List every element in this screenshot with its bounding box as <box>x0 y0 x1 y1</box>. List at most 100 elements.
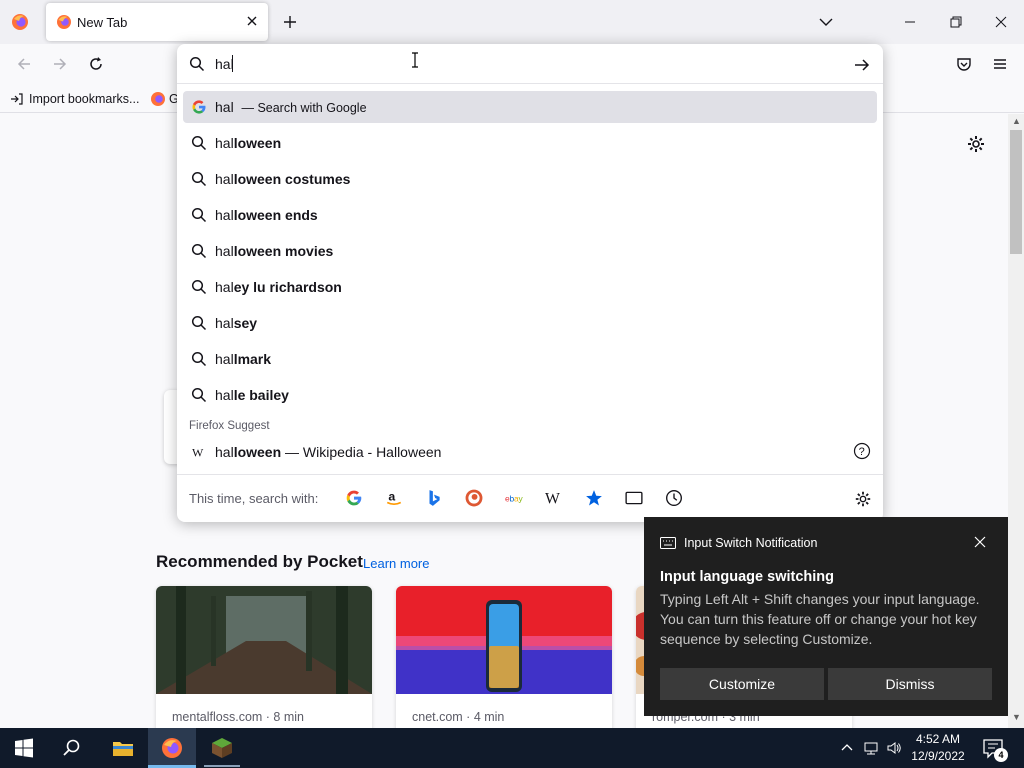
pocket-story-card[interactable]: cnet.com · 4 min <box>396 586 612 728</box>
ebay-icon[interactable]: e b a y <box>505 489 523 507</box>
address-bar[interactable]: hal <box>177 44 883 84</box>
import-bookmarks-button[interactable]: Import bookmarks... <box>10 90 139 108</box>
suggestion-row[interactable]: halloween movies <box>183 235 877 267</box>
customize-button[interactable]: Customize <box>660 668 824 700</box>
restore-window-icon[interactable] <box>946 12 966 32</box>
wikipedia-icon: W <box>192 446 204 460</box>
search-icon <box>191 207 207 223</box>
close-window-icon[interactable] <box>991 12 1011 32</box>
clock-date[interactable]: 12/9/2022 <box>910 749 966 763</box>
page-scrollbar[interactable]: ▲ ▼ <box>1008 114 1024 728</box>
firefox-suggest-row[interactable]: W halloween — Wikipedia - Halloween <box>183 436 877 468</box>
search-icon <box>189 56 205 72</box>
minimize-window-icon[interactable] <box>900 12 920 32</box>
gear-icon[interactable] <box>854 490 872 508</box>
amazon-icon[interactable]: a <box>385 489 403 507</box>
suggestion-text: halle bailey <box>215 387 289 403</box>
bing-icon[interactable] <box>425 489 443 507</box>
tab-new-tab[interactable]: New Tab <box>46 3 268 41</box>
ibeam-cursor-icon <box>412 52 418 68</box>
pocket-story-card[interactable]: mentalfloss.com · 8 min <box>156 586 372 728</box>
chevron-up-icon[interactable] <box>839 740 855 756</box>
clock-time[interactable]: 4:52 AM <box>910 732 966 746</box>
scroll-down-arrow-icon[interactable]: ▼ <box>1012 712 1021 722</box>
search-icon <box>191 135 207 151</box>
back-arrow-icon[interactable] <box>14 54 34 74</box>
folder-icon <box>113 742 133 756</box>
dismiss-button[interactable]: Dismiss <box>828 668 992 700</box>
wikipedia-icon[interactable]: W <box>545 489 563 507</box>
suggestion-text: halloween <box>215 135 282 151</box>
bookmarks-star-icon[interactable] <box>585 489 603 507</box>
story-thumbnail-iphone <box>396 586 612 694</box>
suggestion-text: hal — Search with Google <box>215 99 367 115</box>
suggestion-row[interactable]: halloween <box>183 127 877 159</box>
bookmark-item[interactable]: G <box>150 90 179 108</box>
keyboard-icon <box>660 537 676 549</box>
suggestion-text: halsey <box>215 315 258 331</box>
tabs-icon[interactable] <box>625 489 643 507</box>
search-icon <box>191 171 207 187</box>
forward-arrow-icon[interactable] <box>50 54 70 74</box>
story-source: cnet.com · 4 min <box>412 710 505 724</box>
firefox-taskbar-button[interactable] <box>148 728 196 768</box>
story-thumbnail-forest <box>156 586 372 694</box>
search-icon <box>191 243 207 259</box>
windows-logo-icon <box>15 738 33 758</box>
svg-text:?: ? <box>859 446 865 458</box>
start-button[interactable] <box>0 728 48 768</box>
go-arrow-icon[interactable] <box>853 56 871 74</box>
notification-count-badge: 4 <box>994 748 1008 762</box>
firefox-favicon-icon <box>57 15 71 29</box>
text-caret <box>232 55 233 72</box>
pocket-icon[interactable] <box>954 54 974 74</box>
duckduckgo-icon[interactable] <box>465 489 483 507</box>
suggestion-text: hallmark <box>215 351 272 367</box>
minecraft-taskbar-button[interactable] <box>198 728 246 768</box>
chevron-down-icon[interactable] <box>816 12 836 32</box>
firefox-logo-icon <box>162 738 182 758</box>
close-icon[interactable] <box>974 536 986 548</box>
import-bookmarks-label: Import bookmarks... <box>29 92 140 106</box>
taskbar-search-button[interactable] <box>48 728 96 768</box>
help-icon[interactable]: ? <box>853 442 871 460</box>
google-icon <box>192 100 206 114</box>
notification-app-name: Input Switch Notification <box>684 536 818 550</box>
close-tab-icon[interactable] <box>244 13 260 29</box>
suggestion-text: haley lu richardson <box>215 279 342 295</box>
scroll-up-arrow-icon[interactable]: ▲ <box>1012 116 1021 126</box>
firefox-logo-icon[interactable] <box>10 12 30 32</box>
new-tab-plus-icon[interactable] <box>280 12 300 32</box>
search-icon <box>63 739 80 756</box>
scrollbar-thumb[interactable] <box>1010 130 1022 254</box>
suggestion-row[interactable]: halsey <box>183 307 877 339</box>
svg-text:W: W <box>192 446 204 460</box>
firefox-suggest-heading: Firefox Suggest <box>189 420 270 432</box>
suggestion-row[interactable]: halle bailey <box>183 379 877 411</box>
volume-icon[interactable] <box>886 740 902 756</box>
learn-more-link[interactable]: Learn more <box>363 556 429 571</box>
tab-title: New Tab <box>77 15 128 30</box>
one-off-label: This time, search with: <box>189 491 319 506</box>
address-input[interactable]: hal <box>215 56 234 72</box>
hamburger-menu-icon[interactable] <box>990 54 1010 74</box>
file-explorer-button[interactable] <box>98 728 146 768</box>
pocket-heading: Recommended by Pocket <box>156 552 363 571</box>
gear-icon[interactable] <box>966 134 986 154</box>
suggestion-row[interactable]: halloween costumes <box>183 163 877 195</box>
story-source: mentalfloss.com · 8 min <box>172 710 304 724</box>
reload-icon[interactable] <box>86 54 106 74</box>
search-icon <box>191 387 207 403</box>
windows-taskbar: 4:52 AM 12/9/2022 4 <box>0 728 1024 768</box>
google-icon[interactable] <box>345 489 363 507</box>
history-icon[interactable] <box>665 489 683 507</box>
suggestion-row[interactable]: hallmark <box>183 343 877 375</box>
network-icon[interactable] <box>863 740 879 756</box>
suggestion-row[interactable]: halloween ends <box>183 199 877 231</box>
suggestion-row[interactable]: haley lu richardson <box>183 271 877 303</box>
suggestion-row[interactable]: hal — Search with Google <box>183 91 877 123</box>
svg-text:W: W <box>545 491 560 507</box>
svg-text:a: a <box>388 489 395 503</box>
running-indicator <box>204 765 240 767</box>
suggestion-text: halloween movies <box>215 243 334 259</box>
